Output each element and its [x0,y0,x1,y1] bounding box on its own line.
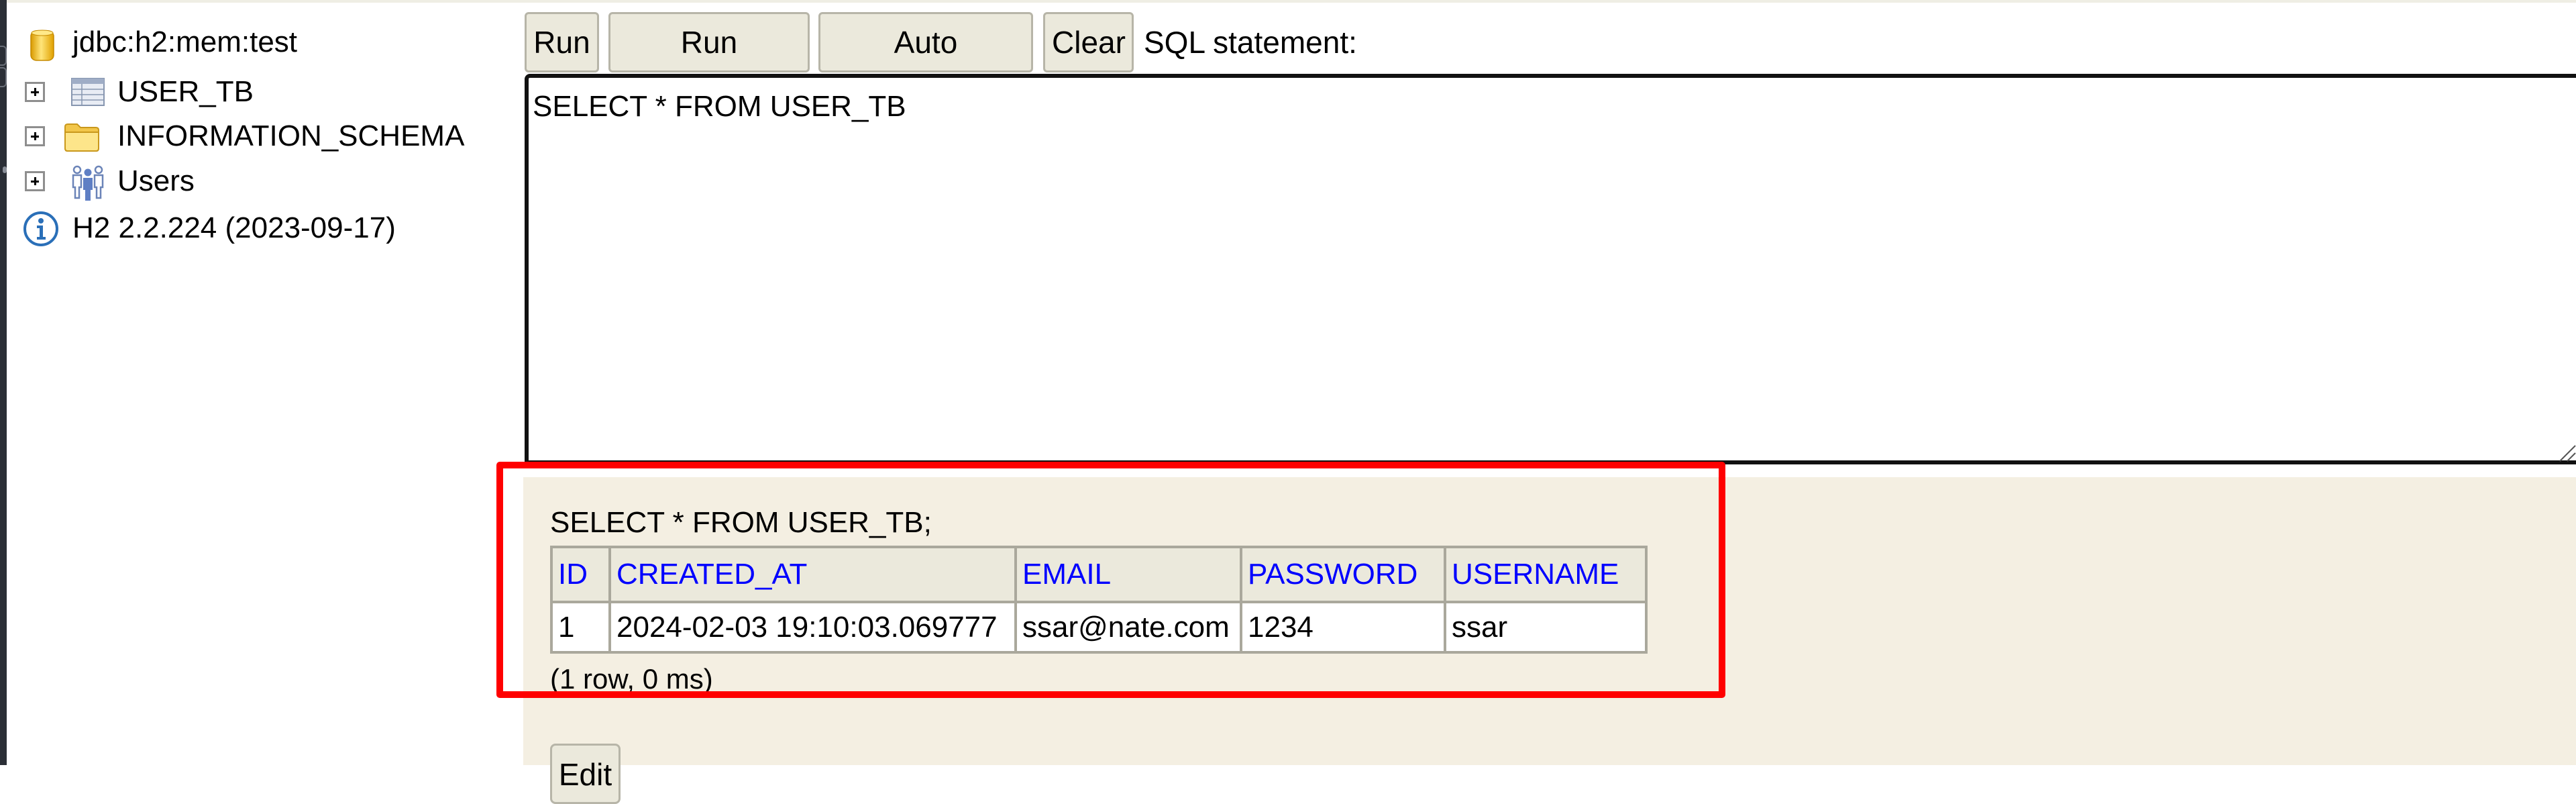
column-header-label[interactable]: PASSWORD [1248,558,1417,591]
tree-item-label: INFORMATION_SCHEMA [117,119,465,152]
info-icon [23,211,59,254]
object-tree: jdbc:h2:mem:test USER_TB INFORMATION_SCH… [7,0,517,765]
clear-button[interactable]: Clear [1043,12,1134,72]
result-summary: (1 row, 0 ms) [550,663,713,695]
cell-password: 1234 [1240,601,1446,654]
folder-icon [64,121,100,160]
edit-button[interactable]: Edit [550,744,621,804]
run-selected-button[interactable]: Run Selected [608,12,810,116]
users-icon [71,164,105,208]
tree-item-label: USER_TB [117,75,254,108]
resize-handle-icon[interactable] [2557,443,2576,462]
table-row: 1 2024-02-03 19:10:03.069777 ssar@nate.c… [550,601,1648,654]
expand-icon[interactable] [25,82,45,102]
cell-email: ssar@nate.com [1014,601,1242,654]
cell-id: 1 [550,601,611,654]
column-header-email[interactable]: EMAIL [1014,546,1242,603]
column-header-label[interactable]: CREATED_AT [616,558,807,591]
run-button[interactable]: Run [525,12,599,72]
cell-username: ssar [1444,601,1648,654]
column-header-id[interactable]: ID [550,546,611,603]
result-table: ID CREATED_AT EMAIL PASSWORD USERNAME 1 … [550,546,1648,654]
column-header-label[interactable]: EMAIL [1022,558,1111,591]
connection-label: jdbc:h2:mem:test [72,26,298,58]
column-header-username[interactable]: USERNAME [1444,546,1648,603]
sql-editor[interactable]: SELECT * FROM USER_TB [525,74,2576,464]
edge-control [0,46,7,66]
column-header-label[interactable]: ID [558,558,588,591]
table-icon [71,78,105,113]
cell-created-at: 2024-02-03 19:10:03.069777 [608,601,1017,654]
window-edge [0,0,7,765]
executed-statement: SELECT * FROM USER_TB; [550,506,932,539]
expand-icon[interactable] [25,171,45,191]
column-header-label[interactable]: USERNAME [1452,558,1619,591]
sql-statement-label: SQL statement: [1144,25,1357,60]
tree-item-label: Users [117,164,195,197]
column-header-created-at[interactable]: CREATED_AT [608,546,1017,603]
auto-complete-button[interactable]: Auto complete [818,12,1033,116]
edge-control [0,67,7,87]
version-label: H2 2.2.224 (2023-09-17) [72,211,396,244]
result-header-row: ID CREATED_AT EMAIL PASSWORD USERNAME [550,546,1648,603]
column-header-password[interactable]: PASSWORD [1240,546,1446,603]
expand-icon[interactable] [25,126,45,146]
database-icon [30,29,54,70]
